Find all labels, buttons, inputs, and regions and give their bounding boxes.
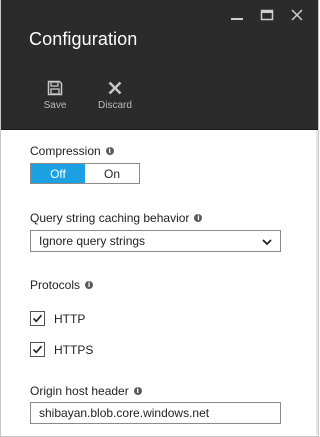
- scrollbar[interactable]: [316, 130, 318, 435]
- https-checkbox[interactable]: [30, 342, 45, 357]
- https-checkbox-row[interactable]: HTTPS: [30, 342, 93, 357]
- origin-host-label-row: Origin host header i: [30, 384, 142, 398]
- discard-icon: [108, 81, 122, 95]
- compression-off-option[interactable]: Off: [31, 164, 85, 183]
- maximize-icon: [260, 9, 274, 21]
- minimize-icon: [231, 18, 243, 20]
- info-icon[interactable]: i: [133, 387, 142, 395]
- window-controls: [222, 6, 312, 24]
- save-icon: [47, 80, 63, 96]
- query-caching-label-row: Query string caching behavior i: [30, 211, 203, 225]
- https-label: HTTPS: [54, 342, 94, 357]
- chevron-down-icon: [262, 239, 272, 246]
- configuration-blade: Configuration Save Discard Compression i…: [0, 0, 319, 437]
- save-label: Save: [43, 100, 67, 111]
- close-button[interactable]: [282, 6, 312, 24]
- compression-label-row: Compression i: [30, 144, 114, 158]
- http-checkbox-row[interactable]: HTTP: [30, 311, 85, 326]
- query-caching-select[interactable]: Ignore query strings: [30, 230, 281, 252]
- close-icon: [291, 9, 303, 21]
- header-divider: [1, 129, 318, 130]
- blade-title: Configuration: [29, 29, 138, 49]
- save-button[interactable]: Save: [27, 80, 83, 111]
- discard-button[interactable]: Discard: [87, 80, 143, 111]
- http-checkbox[interactable]: [30, 311, 45, 326]
- info-icon[interactable]: i: [85, 281, 94, 289]
- compression-label: Compression: [30, 144, 101, 158]
- blade-header: Configuration Save Discard: [1, 0, 318, 129]
- http-label: HTTP: [54, 311, 86, 326]
- info-icon[interactable]: i: [105, 147, 114, 155]
- info-icon[interactable]: i: [194, 214, 203, 222]
- maximize-button[interactable]: [252, 6, 282, 24]
- checkmark-icon: [32, 345, 43, 354]
- origin-host-input[interactable]: shibayan.blob.core.windows.net: [30, 402, 281, 424]
- query-caching-label: Query string caching behavior: [30, 211, 190, 225]
- discard-label: Discard: [98, 100, 132, 111]
- origin-host-value: shibayan.blob.core.windows.net: [39, 406, 210, 420]
- query-caching-value: Ignore query strings: [39, 234, 146, 248]
- compression-on-option[interactable]: On: [85, 164, 139, 183]
- protocols-label: Protocols: [30, 278, 81, 292]
- compression-toggle: Off On: [30, 163, 140, 184]
- origin-host-label: Origin host header: [30, 384, 129, 398]
- checkmark-icon: [32, 314, 43, 323]
- protocols-label-row: Protocols i: [30, 278, 94, 292]
- minimize-button[interactable]: [222, 6, 252, 24]
